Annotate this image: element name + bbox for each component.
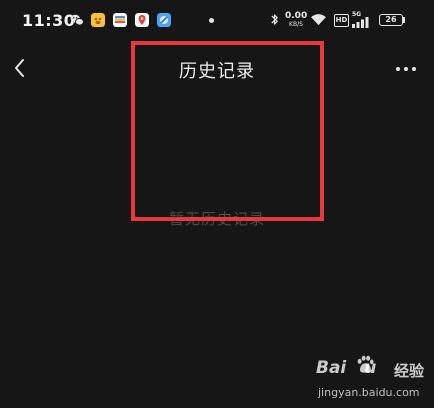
battery-level: 26 xyxy=(385,15,397,24)
network-speed-value: 0.00 xyxy=(285,11,308,21)
network-speed: 0.00 KB/S xyxy=(285,12,307,29)
signal-icon xyxy=(352,17,369,28)
more-dots-icon xyxy=(396,67,416,71)
watermark-brand-text: Bai xyxy=(316,358,347,378)
watermark-url: jingyan.baidu.com xyxy=(318,386,420,399)
wallet-app-icon xyxy=(113,13,127,27)
battery-icon: 26 xyxy=(379,14,403,26)
history-screen: 11:30 0.00 KB/S HD 5G 26 历史记录 暂无历史记录 Bai… xyxy=(0,0,434,408)
battery-tip xyxy=(403,17,405,23)
baidu-jingyan-watermark: Baiu 经验 jingyan.baidu.com xyxy=(312,352,430,404)
hd-badge: HD xyxy=(334,14,349,27)
empty-history-message: 暂无历史记录 xyxy=(168,210,265,228)
wifi-icon xyxy=(311,14,326,26)
maps-app-icon xyxy=(135,13,149,27)
page-title: 历史记录 xyxy=(179,61,255,82)
browser-app-icon xyxy=(157,13,171,27)
wechat-icon xyxy=(70,14,84,26)
watermark-brand-cn: 经验 xyxy=(394,362,425,380)
more-notifications-dot xyxy=(209,18,214,23)
status-time: 11:30 xyxy=(22,11,76,30)
pet-app-icon xyxy=(91,13,105,27)
more-options-button[interactable] xyxy=(392,58,420,80)
network-speed-unit: KB/S xyxy=(289,21,303,28)
status-bar: 11:30 0.00 KB/S HD 5G 26 xyxy=(0,0,434,44)
bluetooth-icon xyxy=(271,14,278,25)
baidu-paw-icon xyxy=(357,355,374,373)
